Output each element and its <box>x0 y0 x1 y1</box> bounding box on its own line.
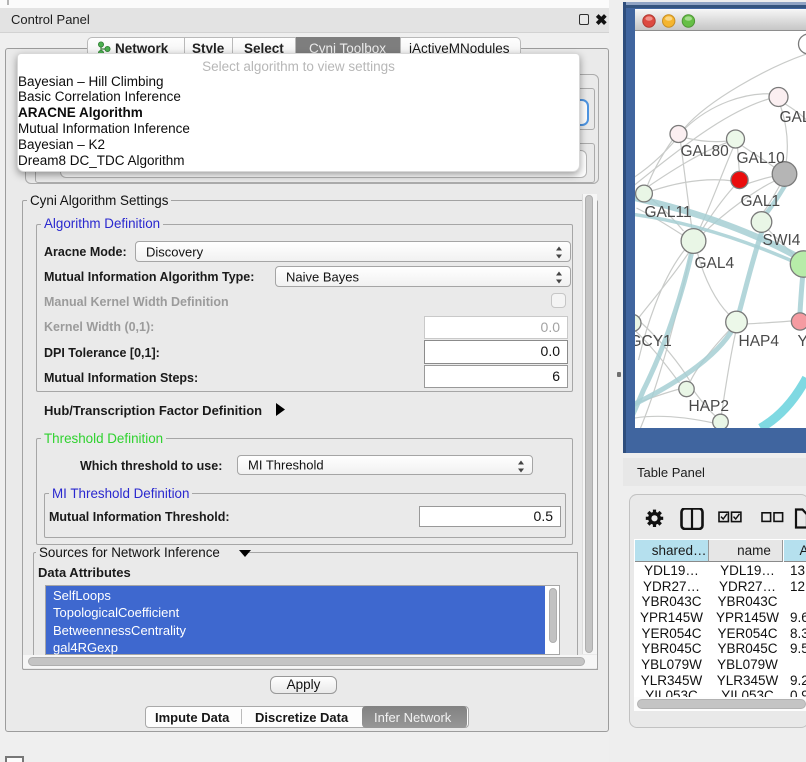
svg-text:SWI4: SWI4 <box>762 232 800 249</box>
svg-text:HAP2: HAP2 <box>688 398 729 415</box>
svg-text:HAP4: HAP4 <box>738 333 779 350</box>
svg-text:GAL10: GAL10 <box>736 150 785 167</box>
svg-text:YD: YD <box>797 333 806 350</box>
svg-text:GCY1: GCY1 <box>635 333 672 350</box>
svg-text:GAL7: GAL7 <box>779 109 806 126</box>
svg-text:GAL80: GAL80 <box>680 143 729 160</box>
svg-text:GAL4: GAL4 <box>694 255 734 272</box>
svg-text:GAL1: GAL1 <box>740 193 780 210</box>
svg-text:GAL11: GAL11 <box>644 204 691 221</box>
